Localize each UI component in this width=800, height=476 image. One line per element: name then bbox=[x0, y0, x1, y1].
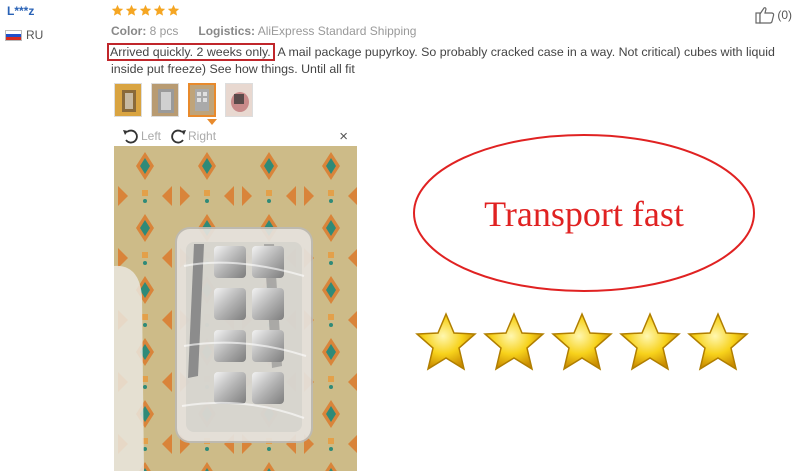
rating-stars bbox=[111, 4, 181, 17]
thumbs-up-icon bbox=[755, 7, 775, 24]
russia-flag-icon bbox=[5, 29, 22, 41]
star-icon bbox=[483, 312, 545, 371]
photo-viewer-toolbar: Left Right × bbox=[114, 126, 357, 146]
photo-thumbnail-active[interactable] bbox=[188, 83, 216, 117]
rotate-right-label: Right bbox=[188, 129, 217, 143]
review-highlight: Arrived quickly. 2 weeks only. bbox=[107, 43, 275, 61]
transport-fast-text: Transport fast bbox=[484, 194, 684, 234]
rotate-right-button[interactable]: Right bbox=[169, 128, 216, 144]
star-icon bbox=[551, 312, 613, 371]
photo-thumbnail[interactable] bbox=[151, 83, 179, 117]
star-icon bbox=[153, 4, 166, 16]
star-icon bbox=[687, 312, 749, 371]
active-thumbnail-indicator bbox=[207, 119, 217, 125]
star-icon bbox=[125, 4, 138, 16]
order-meta: Color: 8 pcs Logistics: AliExpress Stand… bbox=[111, 24, 416, 38]
star-icon bbox=[167, 4, 180, 16]
overlay-stars bbox=[415, 312, 749, 372]
transport-fast-badge: Transport fast bbox=[413, 134, 755, 292]
photo-thumbnail[interactable] bbox=[114, 83, 142, 117]
star-icon bbox=[619, 312, 681, 371]
review-photo bbox=[114, 146, 357, 471]
star-icon bbox=[415, 312, 477, 371]
reviewer-country: RU bbox=[5, 28, 43, 42]
country-code: RU bbox=[26, 28, 44, 42]
helpful-count: (0) bbox=[777, 8, 792, 22]
rotate-left-icon bbox=[123, 129, 138, 144]
logistics-label: Logistics: bbox=[198, 24, 256, 38]
review-text: Arrived quickly. 2 weeks only. A mail pa… bbox=[107, 43, 800, 77]
color-label: Color: bbox=[111, 24, 147, 38]
helpful-button[interactable]: (0) bbox=[755, 6, 792, 24]
star-icon bbox=[139, 4, 152, 16]
star-icon bbox=[111, 4, 124, 16]
logistics-value: AliExpress Standard Shipping bbox=[257, 24, 417, 38]
rotate-left-label: Left bbox=[141, 129, 162, 143]
rotate-right-icon bbox=[171, 129, 187, 144]
photo-thumbnail[interactable] bbox=[225, 83, 253, 117]
close-viewer-button[interactable]: × bbox=[339, 128, 348, 145]
rotate-left-button[interactable]: Left bbox=[122, 128, 161, 144]
reviewer-name[interactable]: L***z bbox=[7, 4, 34, 18]
photo-thumbnails bbox=[114, 83, 253, 117]
color-value: 8 pcs bbox=[149, 24, 179, 38]
